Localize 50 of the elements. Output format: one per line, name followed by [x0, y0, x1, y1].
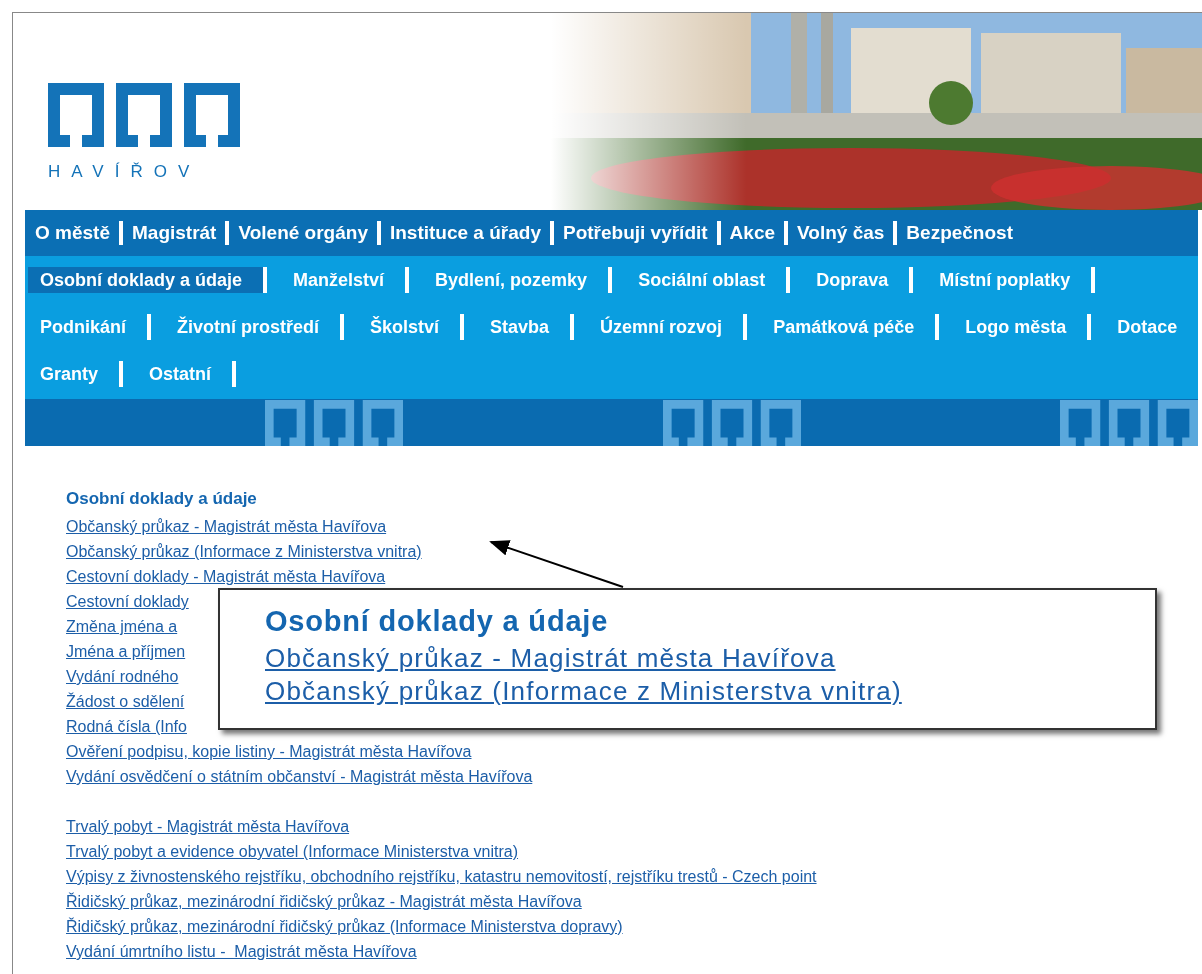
- document-link[interactable]: Trvalý pobyt - Magistrát města Havířova: [66, 814, 350, 839]
- submenu-link[interactable]: Osobní doklady a údaje: [28, 266, 268, 293]
- logo-pattern-icon: [265, 400, 403, 446]
- section-heading: Osobní doklady a údaje: [66, 488, 258, 510]
- document-link[interactable]: Řidičský průkaz, mezinárodní řidičský průkaz - Magistrát města Havířova: [66, 889, 582, 914]
- submenu-link[interactable]: Životní prostředí: [165, 313, 345, 340]
- menu-link[interactable]: Potřebuji vyřídit: [562, 222, 717, 244]
- submenu-link[interactable]: Logo města: [953, 313, 1092, 340]
- menu-link[interactable]: Magistrát: [132, 222, 226, 244]
- document-link[interactable]: Rodná čísla (Info: [66, 714, 187, 739]
- document-link[interactable]: Ověření podpisu, kopie listiny - Magistrát města Havířova: [66, 739, 472, 764]
- submenu-link[interactable]: Územní rozvoj: [588, 313, 748, 340]
- submenu-link[interactable]: Doprava: [804, 266, 914, 293]
- submenu-link[interactable]: Místní poplatky: [927, 266, 1096, 293]
- document-link[interactable]: Žádost o sdělení: [66, 689, 185, 714]
- submenu-link[interactable]: Sociální oblast: [626, 266, 791, 293]
- document-link[interactable]: Vydání osvědčení o státním občanství - Magistrát města Havířova: [66, 764, 533, 789]
- document-link[interactable]: Jména a příjmen: [66, 639, 186, 664]
- menu-link[interactable]: Akce: [729, 222, 785, 244]
- logo-text: HAVÍŘOV: [48, 162, 201, 182]
- logo-pattern-icon: [662, 400, 801, 446]
- callout-heading: Osobní doklady a údaje: [265, 604, 610, 638]
- menu-link[interactable]: Bezpečnost: [906, 222, 1022, 244]
- submenu-link[interactable]: Granty: [28, 360, 124, 387]
- submenu-link[interactable]: Bydlení, pozemky: [423, 266, 613, 293]
- document-link[interactable]: Trvalý pobyt a evidence obyvatel (Informace Ministerstva vnitra): [66, 839, 519, 864]
- menu-link[interactable]: Instituce a úřady: [389, 222, 550, 244]
- logo-pattern-icon: [1060, 400, 1198, 446]
- submenu-link[interactable]: Školství: [358, 313, 465, 340]
- callout-link[interactable]: Občanský průkaz (Informace z Ministerstva vnitra): [265, 675, 902, 708]
- document-link[interactable]: Cestovní doklady: [66, 589, 189, 614]
- submenu-link[interactable]: Podnikání: [28, 313, 151, 340]
- submenu-link[interactable]: Památková péče: [761, 313, 940, 340]
- document-link[interactable]: Vydání úmrtního listu - Magistrát města Havířova: [66, 939, 417, 964]
- submenu-link[interactable]: Ostatní: [137, 360, 237, 387]
- document-link[interactable]: Řidičský průkaz, mezinárodní řidičský průkaz (Informace Ministerstva dopravy): [66, 914, 623, 939]
- document-link[interactable]: Občanský průkaz (Informace z Ministerstva vnitra): [66, 539, 422, 564]
- document-link[interactable]: Vydání rodného: [66, 664, 179, 689]
- menu-link[interactable]: Volené orgány: [238, 222, 377, 244]
- document-link[interactable]: Změna jména a: [66, 614, 178, 639]
- submenu-link[interactable]: Dotace: [1105, 313, 1202, 340]
- menu-link[interactable]: O městě: [35, 222, 119, 244]
- submenu-link[interactable]: Manželství: [281, 266, 410, 293]
- menu-link[interactable]: Volný čas: [797, 222, 894, 244]
- callout-link[interactable]: Občanský průkaz - Magistrát města Havířova: [265, 642, 836, 675]
- document-link[interactable]: Výpisy z živnostenského rejstříku, obchodního rejstříku, katastru nemovitostí, rejstříku trestů - Czech point: [66, 864, 817, 889]
- document-link[interactable]: Cestovní doklady - Magistrát města Havířova: [66, 564, 386, 589]
- logo-icon: [48, 83, 240, 147]
- submenu-link[interactable]: Stavba: [478, 313, 575, 340]
- document-link[interactable]: Občanský průkaz - Magistrát města Havířova: [66, 514, 387, 539]
